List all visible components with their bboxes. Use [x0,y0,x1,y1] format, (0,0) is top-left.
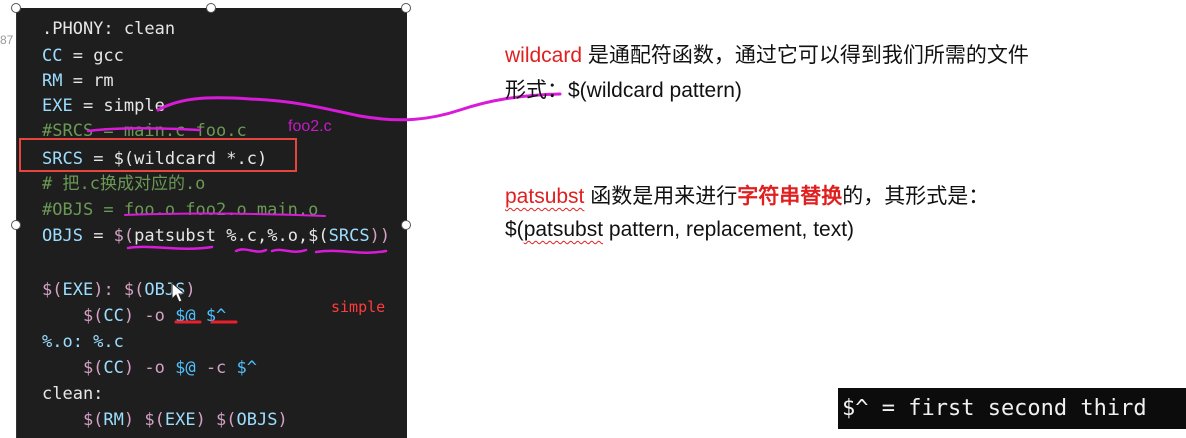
terminal-output: $^ = first second third [838,388,1186,429]
code-line-clean-cmd: $(RM) $(EXE) $(OBJS) [42,409,288,431]
code-line-chinese-comment: # 把.c换成对应的.o [42,173,205,195]
patsubst-description-line1: patsubst 函数是用来进行字符串替换的，其形式是： [505,181,989,212]
code-var: EXE [164,410,196,430]
code-var: OBJS [144,280,186,300]
resize-handle-top-middle[interactable] [206,3,216,13]
code-text: ) $( [195,410,237,430]
code-var: EXE [42,96,73,116]
handwritten-simple-note: simple [331,298,386,316]
patsubst-desc-text: 函数是用来进行 [584,185,738,208]
code-text: %.c,%.o,$( [216,226,329,246]
handwritten-foo2-note: foo2.c [288,118,332,135]
code-line-link-cmd: $(CC) -o $@ $^ [42,305,226,327]
code-line-exe: EXE = simple [42,95,165,117]
code-text: %.o: %.c [42,332,124,352]
code-line-pattern-rule: %.o: %.c [42,331,124,353]
patsubst-bold-text: 字符串替换 [737,185,843,208]
resize-handle-middle-left[interactable] [11,220,21,230]
code-var: RM [42,71,63,91]
code-auto-var: $@ [175,358,196,378]
code-text: ) -o [123,306,176,326]
code-line-phony: .PHONY: clean [42,18,175,40]
patsubst-term: patsubst [505,185,585,208]
code-line-objs: OBJS = $(patsubst %.c,%.o,$(SRCS)) [42,225,390,247]
code-text: ) [277,410,288,430]
wildcard-desc-text: 是通配符函数，通过它可以得到我们所需的文件 [582,44,1029,67]
patsubst-form-prefix: $( [505,218,524,241]
resize-handle-top-left[interactable] [11,3,21,13]
code-fn: patsubst [134,226,217,246]
resize-handle-top-right[interactable] [401,3,411,13]
wildcard-form-text: 形式：$(wildcard pattern) [505,79,742,102]
wildcard-description-line2: 形式：$(wildcard pattern) [505,75,742,106]
code-text: = simple [72,96,165,116]
code-text: $( [42,358,104,378]
code-auto-var: $@ [175,306,196,326]
patsubst-desc-end: 的，其形式是： [842,185,990,208]
srcs-highlight-box [19,138,297,172]
code-var: CC [103,306,124,326]
terminal-output-text: $^ = first second third [842,396,1147,421]
patsubst-form-rest: pattern, replacement, text) [603,218,855,241]
code-text: )) [369,226,391,246]
code-var: EXE [62,280,94,300]
code-var: OBJS [42,226,83,246]
code-line-clean: clean: [42,383,103,405]
code-line-exe-rule: $(EXE): $(OBJS) [42,279,196,301]
code-text: #OBJS = foo.o foo2.o main.o [42,200,319,220]
code-line-rm: RM = rm [42,70,114,92]
resize-handle-middle-right[interactable] [401,220,411,230]
code-text: -c [195,358,237,378]
code-auto-var: $^ [236,358,258,378]
code-text: = gcc [62,46,124,66]
code-var: OBJS [236,410,278,430]
code-var: CC [42,46,63,66]
code-text: .PHONY: clean [42,19,176,39]
code-line-objs-comment: #OBJS = foo.o foo2.o main.o [42,199,318,221]
code-text: ): $( [93,280,145,300]
code-line-cc: CC = gcc [42,45,124,67]
gutter-line-number: 87 [0,33,14,47]
code-var: SRCS [328,226,370,246]
wildcard-description-line1: wildcard 是通配符函数，通过它可以得到我们所需的文件 [505,40,1029,71]
slide-gutter: 87 [0,0,16,429]
code-text: clean: [42,384,104,404]
code-text: # 把.c换成对应的.o [42,174,206,194]
code-text: $( [113,226,135,246]
code-line-compile-cmd: $(CC) -o $@ -c $^ [42,357,257,379]
wildcard-term: wildcard [505,44,583,67]
code-var: RM [103,410,124,430]
code-text: = rm [62,71,114,91]
code-text: ) [185,280,196,300]
code-text: $( [42,306,104,326]
code-text: = [82,226,114,246]
code-text: $( [42,280,63,300]
code-text: $( [42,410,104,430]
makefile-code-panel: .PHONY: clean CC = gcc RM = rm EXE = sim… [16,8,407,438]
code-auto-var: $^ [195,306,227,326]
code-var: CC [103,358,124,378]
code-text: ) $( [123,410,165,430]
patsubst-form-term: patsubst [523,218,604,241]
patsubst-description-line2: $(patsubst pattern, replacement, text) [505,214,854,245]
code-text: ) -o [123,358,176,378]
